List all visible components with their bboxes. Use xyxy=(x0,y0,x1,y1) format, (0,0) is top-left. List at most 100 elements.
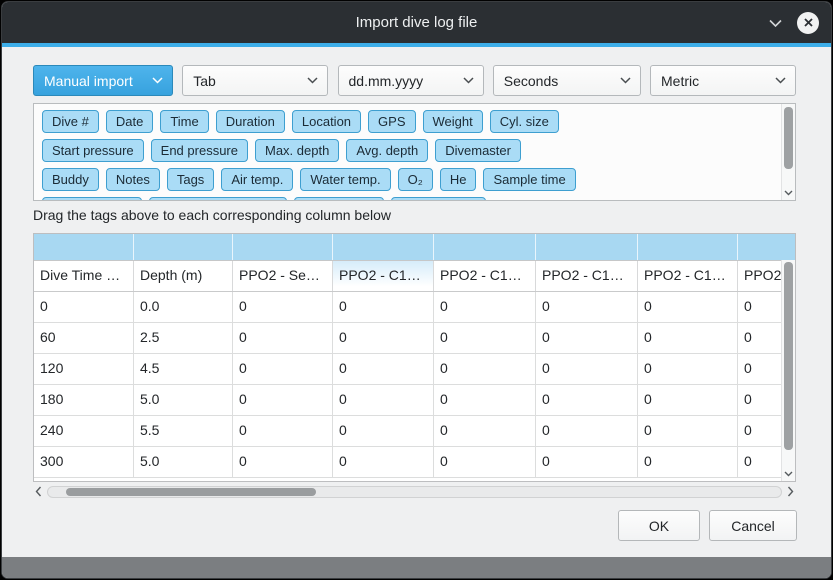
table-cell[interactable]: 0 xyxy=(536,447,638,477)
table-cell[interactable]: 0 xyxy=(536,292,638,322)
column-header[interactable]: Dive Time … xyxy=(34,261,134,291)
tag-avg-depth[interactable]: Avg. depth xyxy=(346,139,428,162)
table-cell[interactable]: 0 xyxy=(333,416,434,446)
scroll-right-icon[interactable] xyxy=(785,486,796,498)
table-cell[interactable]: 0 xyxy=(233,385,333,415)
horizontal-scroll-thumb[interactable] xyxy=(66,488,316,496)
table-cell[interactable]: 0 xyxy=(233,447,333,477)
tag-time[interactable]: Time xyxy=(160,110,208,133)
column-drop-target[interactable] xyxy=(638,234,738,260)
table-scrollbar-thumb[interactable] xyxy=(784,262,793,450)
close-icon[interactable] xyxy=(797,12,819,34)
column-drop-target[interactable] xyxy=(738,234,796,260)
tag-end-pressure[interactable]: End pressure xyxy=(151,139,248,162)
table-cell[interactable]: 0.0 xyxy=(134,292,233,322)
scroll-left-icon[interactable] xyxy=(33,486,44,498)
table-cell[interactable]: 0 xyxy=(434,416,536,446)
table-horizontal-scrollbar[interactable] xyxy=(33,484,796,499)
table-cell[interactable]: 2.5 xyxy=(134,323,233,353)
table-cell[interactable]: 0 xyxy=(638,416,738,446)
tag-weight[interactable]: Weight xyxy=(423,110,483,133)
tag-max-depth[interactable]: Max. depth xyxy=(255,139,339,162)
table-cell[interactable]: 0 xyxy=(333,447,434,477)
column-header[interactable]: PPO2 - C1… xyxy=(536,261,638,291)
table-cell[interactable]: 0 xyxy=(434,354,536,384)
table-cell[interactable]: 240 xyxy=(34,416,134,446)
column-drop-target[interactable] xyxy=(434,234,536,260)
scroll-down-icon[interactable] xyxy=(782,467,795,480)
table-cell[interactable]: 0 xyxy=(536,323,638,353)
tag-he[interactable]: He xyxy=(440,168,477,191)
table-cell[interactable]: 0 xyxy=(434,292,536,322)
dropdown-import-mode[interactable]: Manual import xyxy=(33,65,173,96)
tag-sample-cns[interactable]: Sample CNS xyxy=(391,197,486,201)
table-cell[interactable]: 0 xyxy=(233,416,333,446)
column-drop-target[interactable] xyxy=(536,234,638,260)
titlebar-chevron-down-icon[interactable] xyxy=(768,18,783,28)
table-cell[interactable]: 0 xyxy=(233,354,333,384)
column-header[interactable]: PPO2 - C1… xyxy=(333,261,434,291)
column-drop-target[interactable] xyxy=(34,234,134,260)
tag-dive[interactable]: Dive # xyxy=(42,110,99,133)
table-cell[interactable]: 0 xyxy=(333,292,434,322)
table-cell[interactable]: 4.5 xyxy=(134,354,233,384)
table-cell[interactable]: 300 xyxy=(34,447,134,477)
table-cell[interactable]: 5.0 xyxy=(134,385,233,415)
table-cell[interactable]: 60 xyxy=(34,323,134,353)
table-cell[interactable]: 0 xyxy=(638,447,738,477)
tag-water-temp[interactable]: Water temp. xyxy=(300,168,390,191)
ok-button[interactable]: OK xyxy=(618,510,700,541)
table-cell[interactable]: 0 xyxy=(638,385,738,415)
tag-air-temp[interactable]: Air temp. xyxy=(221,168,293,191)
titlebar[interactable]: Import dive log file xyxy=(2,2,831,43)
table-cell[interactable]: 0 xyxy=(638,354,738,384)
dropdown-date-format[interactable]: dd.mm.yyyy xyxy=(338,65,484,96)
tag-location[interactable]: Location xyxy=(292,110,361,133)
column-header[interactable]: PPO2 - C1… xyxy=(434,261,536,291)
table-cell[interactable]: 120 xyxy=(34,354,134,384)
table-cell[interactable]: 5.0 xyxy=(134,447,233,477)
table-cell[interactable]: 0 xyxy=(536,416,638,446)
tag-o[interactable]: O₂ xyxy=(398,168,433,191)
dropdown-separator[interactable]: Tab xyxy=(182,65,328,96)
tag-tags[interactable]: Tags xyxy=(167,168,214,191)
cancel-button[interactable]: Cancel xyxy=(709,510,797,541)
tag-divemaster[interactable]: Divemaster xyxy=(435,139,521,162)
table-cell[interactable]: 0 xyxy=(536,385,638,415)
dropdown-units[interactable]: Metric xyxy=(650,65,796,96)
column-drop-target[interactable] xyxy=(333,234,434,260)
table-cell[interactable]: 0 xyxy=(434,385,536,415)
tagbox-scrollbar-thumb[interactable] xyxy=(784,107,793,169)
table-cell[interactable]: 0 xyxy=(333,323,434,353)
table-cell[interactable]: 5.5 xyxy=(134,416,233,446)
table-cell[interactable]: 0 xyxy=(333,354,434,384)
column-drop-target[interactable] xyxy=(233,234,333,260)
tag-sample-po[interactable]: Sample pO₂ xyxy=(294,197,384,201)
table-cell[interactable]: 0 xyxy=(638,323,738,353)
table-cell[interactable]: 0 xyxy=(434,323,536,353)
tag-duration[interactable]: Duration xyxy=(216,110,285,133)
column-drop-target[interactable] xyxy=(134,234,233,260)
table-cell[interactable]: 0 xyxy=(233,292,333,322)
table-cell[interactable]: 0 xyxy=(333,385,434,415)
table-cell[interactable]: 0 xyxy=(536,354,638,384)
column-header[interactable]: PPO2 - Se… xyxy=(233,261,333,291)
table-cell[interactable]: 180 xyxy=(34,385,134,415)
tag-sample-temperature[interactable]: Sample temperature xyxy=(149,197,287,201)
table-cell[interactable]: 0 xyxy=(638,292,738,322)
tag-notes[interactable]: Notes xyxy=(106,168,160,191)
tag-buddy[interactable]: Buddy xyxy=(42,168,99,191)
scroll-down-icon[interactable] xyxy=(782,186,795,199)
table-cell[interactable]: 0 xyxy=(434,447,536,477)
table-scrollbar[interactable] xyxy=(781,260,795,481)
tag-date[interactable]: Date xyxy=(106,110,153,133)
tag-gps[interactable]: GPS xyxy=(368,110,415,133)
horizontal-scroll-track[interactable] xyxy=(47,486,782,498)
dropdown-time-units[interactable]: Seconds xyxy=(493,65,641,96)
tagbox-scrollbar[interactable] xyxy=(781,104,795,200)
tag-sample-depth[interactable]: Sample depth xyxy=(42,197,142,201)
table-cell[interactable]: 0 xyxy=(233,323,333,353)
tag-cyl-size[interactable]: Cyl. size xyxy=(490,110,559,133)
tag-sample-time[interactable]: Sample time xyxy=(483,168,575,191)
column-header[interactable]: Depth (m) xyxy=(134,261,233,291)
